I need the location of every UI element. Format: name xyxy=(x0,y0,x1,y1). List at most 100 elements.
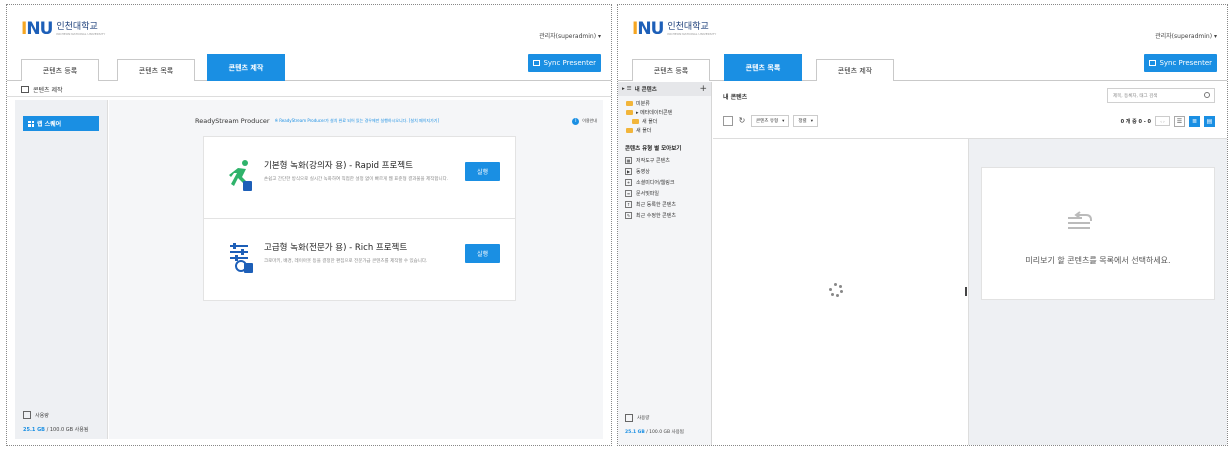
storage-usage: 사용량 25.1 GB / 100.0 GB 사용됨 xyxy=(23,411,88,433)
rapid-project-card: 기본형 녹화(강의자 용) - Rapid 프로젝트 손쉽고 간단한 방식으로 … xyxy=(203,136,516,219)
list-view-icon[interactable]: ☰ xyxy=(1174,115,1185,127)
logo-letter-n: N xyxy=(26,19,40,39)
lab-square-label: 랩 스퀘어 xyxy=(37,121,62,128)
storage-total: / 100.0 GB 사용됨 xyxy=(644,430,684,435)
type-label: 동영상 xyxy=(636,169,650,175)
panel-title: 내 콘텐츠 xyxy=(723,94,748,101)
tab-content-register[interactable]: 콘텐츠 등록 xyxy=(632,59,710,81)
production-panel: ReadyStream Producer ※ ReadyStream Produ… xyxy=(109,100,603,439)
preview-hint: 미리보기 할 콘텐츠를 목록에서 선택하세요. xyxy=(1025,256,1171,265)
card-title: 기본형 녹화(강의자 용) - Rapid 프로젝트 xyxy=(264,161,413,171)
type-video[interactable]: ▶ 동영상 xyxy=(618,166,711,177)
help-label: 이용안내 xyxy=(582,118,597,123)
sync-presenter-button[interactable]: Sync Presenter xyxy=(528,54,601,72)
folder-label: 새 폴더 xyxy=(642,119,658,125)
help-link[interactable]: i 이용안내 xyxy=(572,117,597,125)
link-icon: ⚭ xyxy=(625,179,632,186)
tab-content-register[interactable]: 콘텐츠 등록 xyxy=(21,59,99,81)
folder-icon xyxy=(626,110,633,115)
run-rapid-button[interactable]: 실행 xyxy=(465,162,500,181)
type-recent-registered[interactable]: ↑ 최근 등록한 콘텐츠 xyxy=(618,199,711,210)
storage-label: 사용량 xyxy=(637,416,650,421)
chevron-down-icon: ▾ xyxy=(597,33,601,40)
producer-install-note[interactable]: ※ ReadyStream Producer가 설치 완료 되어 있는 경우에만… xyxy=(275,118,439,124)
logo-mark: INU xyxy=(21,19,54,39)
document-icon: ≡ xyxy=(625,190,632,197)
tab-content-production[interactable]: 콘텐츠 제작 xyxy=(207,54,285,81)
logo-letter-u: U xyxy=(650,19,665,39)
sidebar: 랩 스퀘어 사용량 25.1 GB / 100.0 GB 사용됨 xyxy=(15,100,108,439)
content-list-panel: 내 콘텐츠 제목, 등록자, 태그 검색 ↻ 콘텐츠 유형 ▾ 정렬 ▾ 0 개 중… xyxy=(713,82,1227,445)
detail-view-icon[interactable]: ≣ xyxy=(1189,115,1200,127)
search-input[interactable]: 제목, 등록자, 태그 검색 xyxy=(1107,88,1215,103)
type-recent-edited[interactable]: ✎ 최근 수정한 콘텐츠 xyxy=(618,210,711,221)
run-rich-button[interactable]: 실행 xyxy=(465,244,500,263)
tab-content-list[interactable]: 콘텐츠 목록 xyxy=(724,54,802,81)
content-type-dropdown[interactable]: 콘텐츠 유형 ▾ xyxy=(751,115,790,127)
producer-header: ReadyStream Producer ※ ReadyStream Produ… xyxy=(195,117,597,125)
folder-item[interactable]: 새 폴더 xyxy=(618,126,711,135)
page-header: 콘텐츠 제작 xyxy=(7,82,611,97)
refresh-icon[interactable]: ↻ xyxy=(737,116,747,126)
info-icon: i xyxy=(572,117,580,125)
menu-icon: ▸ ☰ xyxy=(622,86,632,92)
tab-content-production[interactable]: 콘텐츠 제작 xyxy=(816,59,894,81)
type-social-link[interactable]: ⚭ 소셜미디어/웹링크 xyxy=(618,177,711,188)
sort-dropdown[interactable]: 정렬 ▾ xyxy=(793,115,818,127)
split-view-icon[interactable]: ▤ xyxy=(1204,115,1215,127)
content-type-title: 콘텐츠 유형 별 모아보기 xyxy=(625,146,682,152)
search-icon[interactable] xyxy=(1204,92,1210,98)
my-content-header[interactable]: ▸ ☰ 내 콘텐츠 + xyxy=(618,82,711,96)
user-name: 관리자(superadmin) xyxy=(1155,33,1213,40)
sync-presenter-label: Sync Presenter xyxy=(543,59,596,67)
chevron-down-icon: ▾ xyxy=(1213,33,1217,40)
monitor-icon xyxy=(533,60,541,66)
university-logo[interactable]: INU 인천대학교 INCHEON NATIONAL UNIVERSITY xyxy=(632,21,716,38)
university-subtitle: INCHEON NATIONAL UNIVERSITY xyxy=(667,32,717,36)
folder-label: ▸ 메타데이터콘텐 xyxy=(636,110,673,116)
user-menu[interactable]: 관리자(superadmin) ▾ xyxy=(1155,31,1217,40)
folder-item[interactable]: ▸ 메타데이터콘텐 xyxy=(618,108,711,117)
top-bar: INU 인천대학교 INCHEON NATIONAL UNIVERSITY 관리… xyxy=(7,5,611,49)
user-name: 관리자(superadmin) xyxy=(539,33,597,40)
chevron-right-icon[interactable]: › xyxy=(1163,119,1165,124)
lab-square-button[interactable]: 랩 스퀘어 xyxy=(23,116,99,131)
production-icon xyxy=(21,85,29,93)
type-documents[interactable]: ≡ 문서및파일 xyxy=(618,188,711,199)
tab-content-list[interactable]: 콘텐츠 목록 xyxy=(117,59,195,81)
type-authoring[interactable]: ▦ 저작도구 콘텐츠 xyxy=(618,155,711,166)
university-logo[interactable]: INU 인천대학교 INCHEON NATIONAL UNIVERSITY xyxy=(21,21,105,38)
panel-resize-handle[interactable] xyxy=(965,287,967,296)
card-title: 고급형 녹화(전문가 용) - Rich 프로젝트 xyxy=(264,243,408,253)
type-label: 소셜미디어/웹링크 xyxy=(636,180,675,186)
preview-panel: 미리보기 할 콘텐츠를 목록에서 선택하세요. xyxy=(969,138,1227,445)
chevron-left-icon[interactable]: ‹ xyxy=(1160,119,1162,124)
add-folder-icon[interactable]: + xyxy=(699,84,707,94)
content-list xyxy=(713,138,969,445)
select-all-checkbox[interactable] xyxy=(723,116,733,126)
folder-sidebar: ▸ ☰ 내 콘텐츠 + 미분류 ▸ 메타데이터콘텐 새 폴더 새 폴더 콘텐츠 … xyxy=(618,82,712,445)
tab-bar: 콘텐츠 등록 콘텐츠 목록 콘텐츠 제작 Sync Presenter xyxy=(7,54,611,81)
monitor-icon xyxy=(1149,60,1157,66)
storage-total: / 100.0 GB 사용됨 xyxy=(45,427,89,433)
preview-placeholder-icon xyxy=(1068,211,1092,229)
loading-spinner-icon xyxy=(829,283,843,297)
folder-item[interactable]: 새 폴더 xyxy=(618,117,711,126)
user-menu[interactable]: 관리자(superadmin) ▾ xyxy=(539,31,601,40)
folder-label: 미분류 xyxy=(636,101,650,107)
storage-used: 25.1 GB xyxy=(23,427,45,433)
sync-presenter-label: Sync Presenter xyxy=(1159,59,1212,67)
folder-icon xyxy=(626,128,633,133)
search-placeholder: 제목, 등록자, 태그 검색 xyxy=(1113,93,1158,99)
logo-letter-u: U xyxy=(39,19,54,39)
storage-icon xyxy=(625,414,633,422)
pager-buttons[interactable]: ‹ › xyxy=(1155,116,1170,126)
page-title: 콘텐츠 제작 xyxy=(33,86,63,94)
sync-presenter-button[interactable]: Sync Presenter xyxy=(1144,54,1217,72)
runner-icon xyxy=(229,160,252,191)
chevron-down-icon: ▾ xyxy=(782,118,785,124)
storage-icon xyxy=(23,411,31,419)
item-count: 0 개 중 0 - 0 xyxy=(1120,118,1151,125)
folder-item[interactable]: 미분류 xyxy=(618,99,711,108)
upload-icon: ↑ xyxy=(625,201,632,208)
